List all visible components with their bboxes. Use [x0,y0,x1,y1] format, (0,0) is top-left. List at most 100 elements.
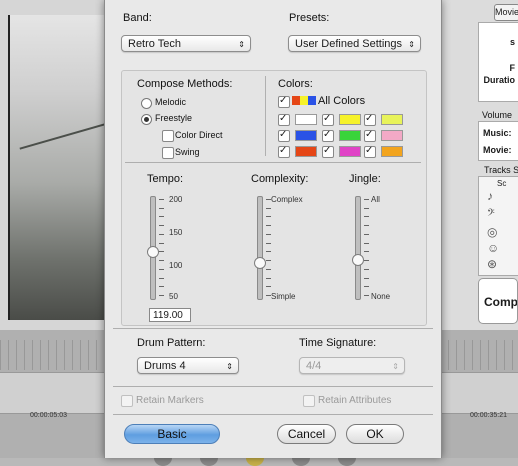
all-colors-icon [292,96,316,105]
melodic-label[interactable]: Melodic [155,97,186,107]
band-label: Band: [123,12,152,24]
jingle-icon[interactable]: ☺ [487,241,499,255]
band-popup[interactable]: Retro Tech ⇕ [121,35,251,52]
compose-settings-dialog: Band: Retro Tech ⇕ Presets: User Defined… [104,0,442,458]
retain-attributes-label[interactable]: Retain Attributes [318,395,391,406]
jingle-tick-mark [364,260,369,262]
tempo-tick-mark [159,199,164,200]
jingle-tick-mark [364,199,369,200]
freestyle-radio[interactable] [141,114,152,125]
color-checkbox[interactable] [364,130,376,142]
retain-markers-label[interactable]: Retain Markers [136,395,204,406]
popup-arrows-icon: ⇕ [408,40,415,49]
band-value: Retro Tech [128,38,181,50]
cancel-button[interactable]: Cancel [277,424,336,444]
tracks-sub-label: Sc [497,179,507,188]
jingle-slider-track[interactable] [355,196,361,300]
tempo-slider-knob[interactable] [147,246,159,259]
music-note-icon[interactable]: ♪ [487,189,493,203]
color-swatch-green [339,130,361,141]
complexity-tick-mark [266,199,271,200]
effects-icon[interactable]: ⊛ [487,257,497,271]
swing-checkbox[interactable] [162,147,174,159]
drum-pattern-value: Drums 4 [144,360,186,372]
all-colors-label[interactable]: All Colors [318,95,365,107]
jingle-top-label: All [371,195,380,204]
complexity-tick-mark [266,277,271,279]
time-label-start: 00:00:05:03 [30,412,67,419]
jingle-tick-mark [364,277,369,279]
video-preview [8,15,110,320]
color-checkbox[interactable] [322,114,334,126]
color-swatch-lime [381,114,403,125]
color-checkbox[interactable] [278,130,290,142]
info-label: s [509,37,515,47]
color-direct-checkbox[interactable] [162,130,174,142]
complexity-tick-mark [266,260,271,262]
color-swatch-red [295,146,317,157]
music-volume-label: Music: [483,128,512,138]
tempo-tick-label: 200 [169,195,183,204]
color-checkbox[interactable] [278,146,290,158]
retain-attributes-checkbox[interactable] [303,395,315,407]
color-checkbox[interactable] [278,114,290,126]
complexity-tick-mark [266,268,271,270]
color-checkbox[interactable] [364,146,376,158]
drum-pattern-label: Drum Pattern: [137,337,206,349]
presets-value: User Defined Settings [295,38,402,50]
jingle-tick-mark [364,286,369,288]
jingle-tick-mark [364,268,369,270]
tempo-tick-mark [159,251,164,253]
color-checkbox[interactable] [322,146,334,158]
color-direct-label[interactable]: Color Direct [175,130,223,140]
color-swatch-white [295,114,317,125]
volume-title: Volume [482,110,513,120]
tempo-tick-mark [159,277,164,279]
retain-markers-checkbox[interactable] [121,395,133,407]
complexity-tick-mark [266,286,271,288]
color-checkbox[interactable] [322,130,334,142]
popup-arrows-icon: ⇕ [238,40,245,49]
time-signature-popup[interactable]: 4/4 ⇕ [299,357,405,374]
complexity-label: Complexity: [251,173,309,185]
tempo-tick-mark [159,207,164,209]
color-swatch-magenta [339,146,361,157]
color-swatch-pink [381,130,403,141]
tempo-tick-mark [159,242,164,244]
section-divider [113,328,433,329]
swing-label[interactable]: Swing [175,147,200,157]
movie-tab[interactable]: Movie [494,4,518,21]
drum-icon[interactable]: ◎ [487,225,497,239]
tempo-label: Tempo: [147,173,184,185]
bass-clef-icon[interactable]: 𝄢 [487,207,495,222]
volume-box: Music: Movie: [478,121,518,161]
basic-button[interactable]: Basic [124,424,220,444]
color-checkbox[interactable] [364,114,376,126]
jingle-label: Jingle: [349,173,381,185]
freestyle-label[interactable]: Freestyle [155,113,192,123]
tempo-tick-mark [159,268,164,270]
complexity-slider-track[interactable] [257,196,263,300]
color-swatch-blue [295,130,317,141]
tempo-value-field[interactable]: 119.00 [149,308,191,322]
jingle-tick-mark [364,225,369,227]
complexity-tick-mark [266,242,271,244]
tempo-tick-mark [159,295,164,296]
jingle-tick-mark [364,251,369,253]
section-divider [113,386,433,387]
presets-popup[interactable]: User Defined Settings ⇕ [288,35,421,52]
complexity-tick-mark [266,233,271,235]
tempo-tick-label: 100 [169,261,183,270]
tempo-tick-label: 50 [169,292,178,301]
drum-pattern-popup[interactable]: Drums 4 ⇕ [137,357,239,374]
info-label: Duratio [483,75,516,85]
complexity-tick-mark [266,225,271,227]
all-colors-checkbox[interactable] [278,96,290,108]
time-label-end: 00:00:35:21 [470,412,507,419]
tempo-tick-mark [159,216,164,218]
compose-button[interactable]: Compo [478,278,518,324]
tempo-tick-mark [159,225,164,227]
ok-button[interactable]: OK [346,424,404,444]
jingle-tick-mark [364,242,369,244]
melodic-radio[interactable] [141,98,152,109]
